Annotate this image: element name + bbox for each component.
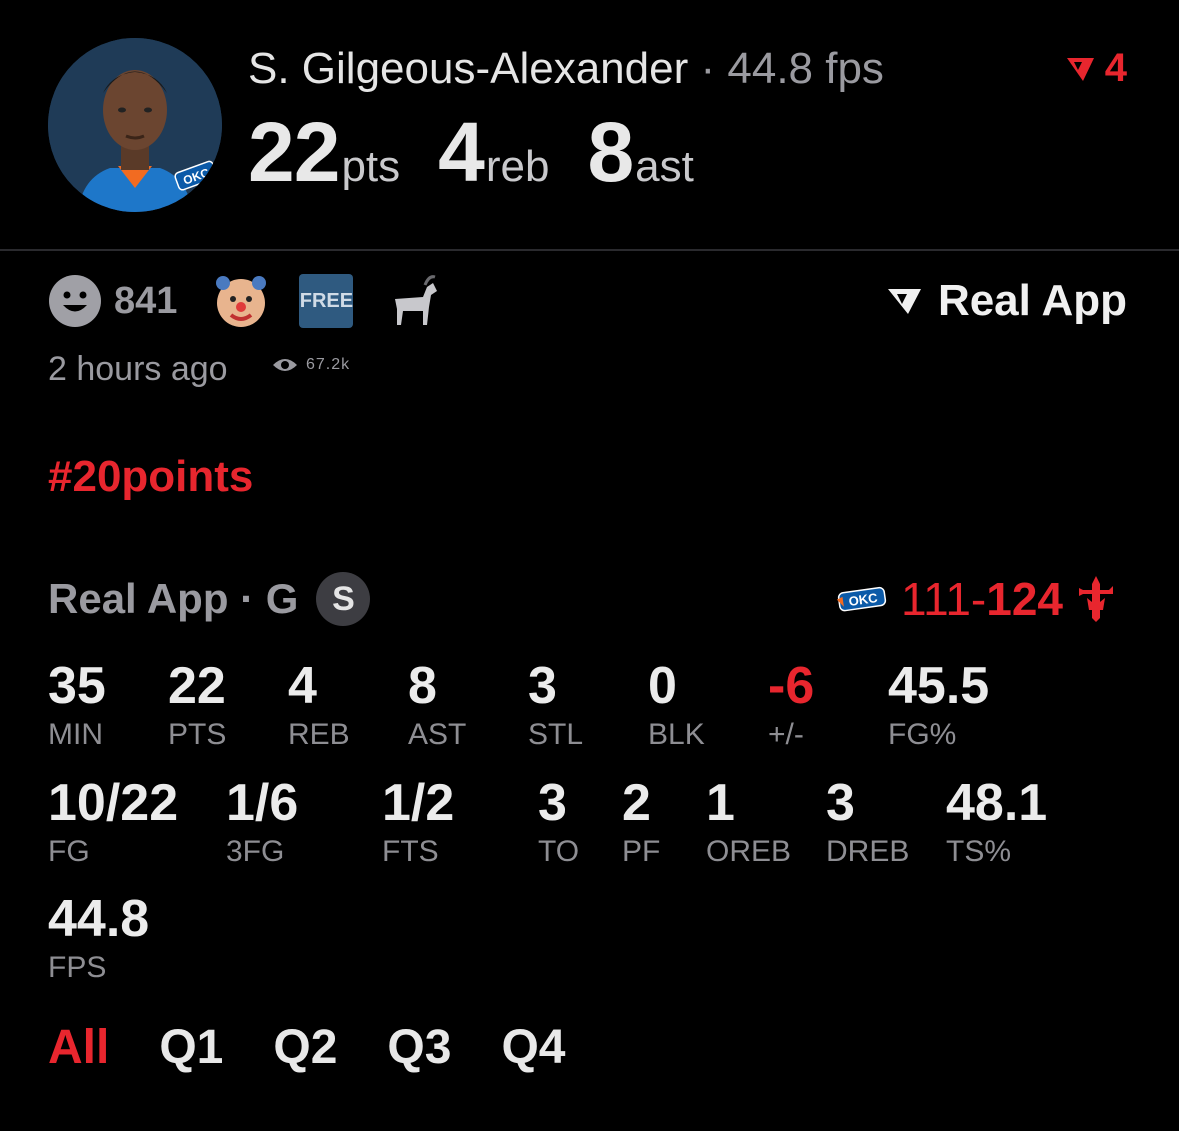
tab-q4[interactable]: Q4: [501, 1020, 565, 1075]
eye-icon: [273, 359, 297, 371]
stat-pf: 2 PF: [622, 774, 661, 868]
tab-all[interactable]: All: [48, 1020, 109, 1075]
headline-pts-unit: pts: [341, 142, 401, 191]
real-logo-icon: [1066, 57, 1094, 81]
headline-statline: 22pts 4reb 8ast: [248, 104, 732, 201]
s-badge: S: [316, 572, 371, 626]
stat-min: 35 MIN: [48, 657, 106, 751]
stat-reb: 4 REB: [288, 657, 350, 751]
clown-reaction-icon[interactable]: [213, 273, 269, 329]
stat-plus-minus: -6 +/-: [768, 657, 815, 751]
notification-badge[interactable]: 4: [1065, 46, 1127, 91]
headline-pts: 22: [248, 105, 340, 199]
tab-q2[interactable]: Q2: [273, 1020, 337, 1075]
reaction-count: 841: [114, 279, 178, 322]
player-photo-icon: OKC: [48, 38, 222, 212]
headline-reb: 4: [438, 105, 485, 199]
stat-fg: 10/22 FG: [48, 774, 179, 868]
headline-ast: 8: [587, 105, 634, 199]
brand-label: Real App: [937, 276, 1127, 325]
stat-pts: 22 PTS: [168, 657, 227, 751]
smile-reaction-icon[interactable]: [48, 274, 102, 328]
player-name[interactable]: S. Gilgeous-Alexander: [248, 44, 688, 93]
free-reaction-icon[interactable]: FREE: [299, 274, 354, 328]
quarter-tabs: All Q1 Q2 Q3 Q4: [48, 1020, 565, 1075]
stat-blk: 0 BLK: [648, 657, 705, 751]
views-count: 67.2k: [272, 356, 350, 374]
real-logo-icon: [887, 289, 921, 314]
game-label: Real App · G S: [48, 572, 371, 626]
game-label-text: Real App · G: [48, 575, 299, 622]
reactions-bar: 841 FREE: [48, 273, 439, 329]
stat-to: 3 TO: [538, 774, 580, 868]
score-home: 124: [986, 573, 1063, 625]
game-score[interactable]: OKC 111-124: [835, 572, 1119, 626]
hashtag-link[interactable]: #20points: [48, 452, 253, 502]
player-avatar[interactable]: OKC: [48, 38, 222, 212]
tab-q1[interactable]: Q1: [159, 1020, 223, 1075]
separator-dot: ·: [700, 44, 716, 93]
headline-ast-unit: ast: [635, 142, 694, 191]
stat-ast: 8 AST: [408, 657, 467, 751]
stat-fts: 1/2 FTS: [382, 774, 455, 868]
stat-fps: 44.8 FPS: [48, 890, 150, 984]
real-app-brand[interactable]: Real App: [886, 276, 1127, 326]
timestamp: 2 hours ago: [48, 350, 228, 388]
header-divider: [0, 249, 1179, 251]
free-label: FREE: [299, 289, 354, 312]
okc-logo-icon: OKC: [836, 586, 887, 612]
rockets-logo-icon: [1079, 576, 1113, 622]
stat-fg-pct: 45.5 FG%: [888, 657, 990, 751]
goat-reaction-icon[interactable]: [385, 273, 439, 329]
stat-3fg: 1/6 3FG: [226, 774, 299, 868]
views-value: 67.2k: [306, 356, 351, 373]
stat-stl: 3 STL: [528, 657, 584, 751]
stat-ts-pct: 48.1 TS%: [946, 774, 1048, 868]
stat-oreb: 1 OREB: [706, 774, 792, 868]
fps-header: 44.8 fps: [727, 44, 884, 93]
headline-reb-unit: reb: [485, 142, 550, 191]
tab-q3[interactable]: Q3: [387, 1020, 451, 1075]
notification-count: 4: [1104, 46, 1127, 90]
score-away: 111-: [901, 573, 987, 625]
player-name-line: S. Gilgeous-Alexander · 44.8 fps: [248, 44, 884, 94]
stat-dreb: 3 DREB: [826, 774, 910, 868]
